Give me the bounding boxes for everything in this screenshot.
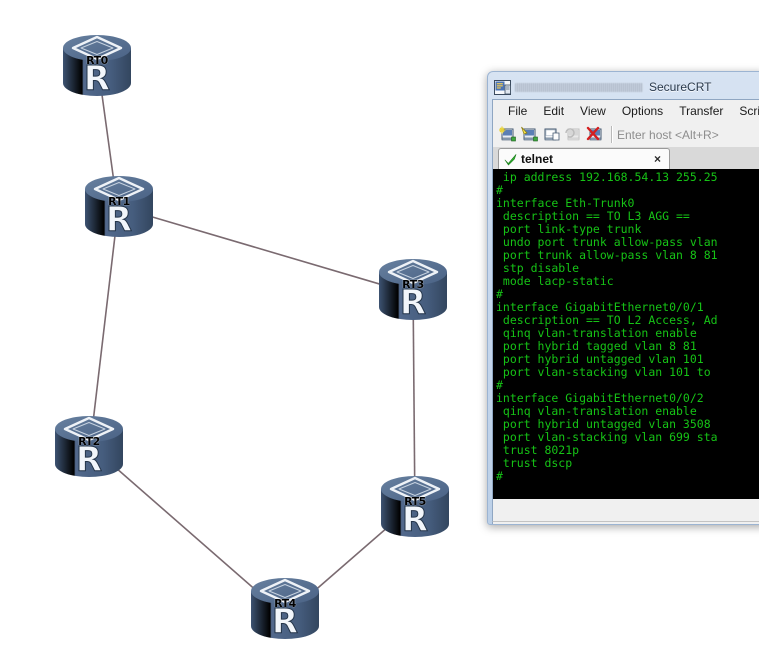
window-title: SecureCRT [649, 80, 712, 94]
tab-label: telnet [521, 152, 554, 166]
redacted-session-name [515, 82, 643, 92]
router-label: RT4 [274, 597, 296, 610]
reconnect-icon [565, 128, 580, 141]
router-label: RT3 [402, 278, 424, 291]
router-node-rt0[interactable]: R RT0 [55, 28, 139, 108]
router-icon: R [55, 416, 123, 481]
tab-telnet[interactable]: telnet × [498, 148, 670, 169]
window-titlebar[interactable]: SecureCRT [492, 75, 759, 99]
terminal-line: port vlan-stacking vlan 101 to [496, 365, 711, 379]
new-session-icon[interactable] [498, 125, 518, 144]
router-label: RT2 [78, 435, 100, 448]
router-icon: R [63, 35, 131, 100]
topology-link-rt1-rt3[interactable] [148, 215, 384, 286]
menu-transfer[interactable]: Transfer [671, 102, 731, 120]
topology-link-rt1-rt2[interactable] [92, 234, 116, 424]
disconnect-icon[interactable] [586, 125, 606, 144]
menu-file[interactable]: File [500, 102, 535, 120]
topology-link-rt3-rt5[interactable] [412, 317, 416, 484]
router-node-rt4[interactable]: R RT4 [243, 571, 327, 651]
router-node-rt5[interactable]: R RT5 [373, 469, 457, 549]
router-icon: R [251, 578, 319, 643]
securecrt-window[interactable]: SecureCRT File Edit View Options Transfer Scr… [487, 71, 759, 525]
menu-bar[interactable]: FileEditViewOptionsTransferScrip [493, 100, 759, 122]
terminal-line: # [496, 469, 503, 483]
menu-edit[interactable]: Edit [535, 102, 572, 120]
tab-close-icon[interactable]: × [650, 152, 665, 166]
window-client-area: FileEditViewOptionsTransferScrip [492, 99, 759, 521]
terminal-line: trust dscp [496, 456, 573, 470]
router-node-rt2[interactable]: R RT2 [47, 409, 131, 489]
securecrt-app-icon [494, 79, 511, 95]
topology-link-rt2-rt4[interactable] [112, 464, 262, 596]
terminal-output[interactable]: ip address 192.168.54.13 255.25 # interfac… [493, 169, 759, 499]
router-label: RT0 [86, 54, 108, 67]
host-input[interactable] [617, 125, 759, 144]
router-icon: R [85, 176, 153, 241]
terminal-line: ip address 192.168.54.13 255.25 [496, 170, 718, 184]
router-label: RT5 [404, 495, 426, 508]
router-node-rt3[interactable]: R RT3 [371, 252, 455, 332]
menu-view[interactable]: View [572, 102, 614, 120]
quick-connect-icon[interactable] [520, 125, 540, 144]
terminal-line: mode lacp-static [496, 274, 614, 288]
session-tab-bar[interactable]: telnet × [493, 147, 759, 169]
menu-scrip[interactable]: Scrip [731, 102, 759, 120]
router-node-rt1[interactable]: R RT1 [77, 169, 161, 249]
toolbar-separator [611, 126, 613, 143]
router-label: RT1 [108, 195, 130, 208]
toolbar[interactable] [493, 122, 759, 147]
status-bar: Ready ssh2: AES-256 [492, 521, 759, 524]
open-session-folder-icon[interactable] [542, 125, 562, 144]
router-icon: R [379, 259, 447, 324]
router-icon: R [381, 476, 449, 541]
menu-options[interactable]: Options [614, 102, 671, 120]
connected-check-icon [504, 153, 517, 165]
